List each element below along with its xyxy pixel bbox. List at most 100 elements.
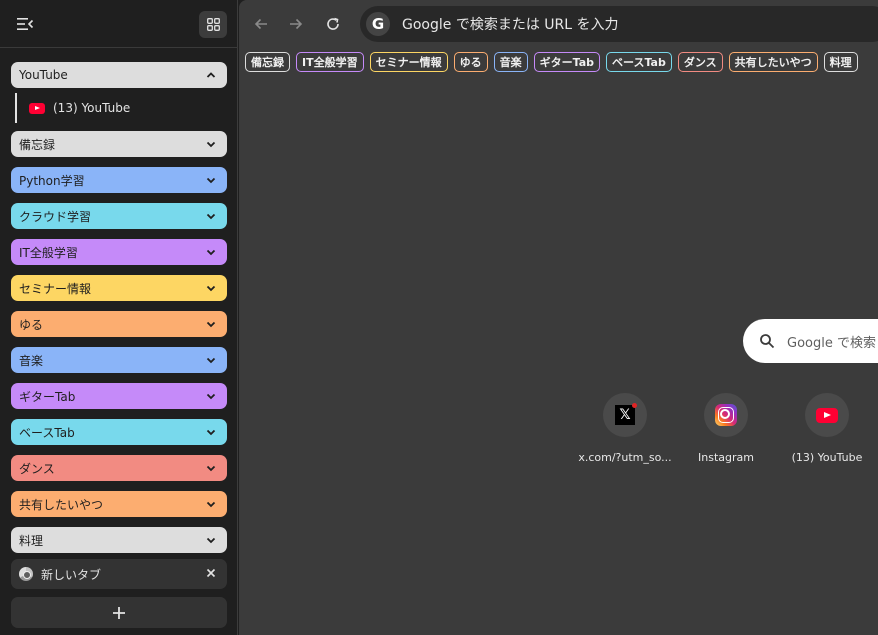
- sidebar-header: [0, 0, 238, 48]
- toolbar: G Google で検索または URL を入力: [239, 0, 878, 48]
- tab-group-label: ダンス: [19, 461, 55, 476]
- bookmark-group-yuru[interactable]: ゆる: [453, 52, 488, 72]
- tab-group-youtube[interactable]: YouTube: [11, 62, 227, 88]
- bookmark-label: ギターTab: [539, 56, 594, 69]
- tab-group-cooking[interactable]: 料理: [11, 527, 227, 553]
- chevron-up-icon: [206, 72, 216, 78]
- collapse-sidebar-icon: [17, 18, 34, 30]
- chevron-down-icon: [206, 465, 216, 472]
- tab-group-label: クラウド学習: [19, 209, 92, 224]
- chevron-down-icon: [206, 393, 216, 400]
- plus-icon: [113, 606, 125, 619]
- chevron-down-icon: [206, 177, 216, 184]
- tab-group-cloud[interactable]: クラウド学習: [11, 203, 227, 229]
- forward-button[interactable]: [286, 14, 306, 34]
- tab-group-label: 音楽: [19, 353, 44, 368]
- shortcut-label: (13) YouTube: [791, 451, 863, 464]
- tab-group-label: ゆる: [19, 317, 44, 332]
- ntp-search-placeholder: Google で検索: [787, 335, 876, 351]
- bookmark-group-share[interactable]: 共有したいやつ: [728, 52, 818, 72]
- tab-group-guitar-tab[interactable]: ギターTab: [11, 383, 227, 409]
- sidebar-tab-youtube[interactable]: (13) YouTube: [15, 93, 227, 123]
- ntp-search-box[interactable]: Google で検索: [743, 319, 878, 363]
- tab-group-memo[interactable]: 備忘録: [11, 131, 227, 157]
- shortcut-label: Instagram: [698, 451, 754, 464]
- x-icon: 𝕏: [615, 403, 637, 425]
- youtube-icon: [29, 102, 45, 114]
- bookmark-label: 音楽: [499, 56, 522, 69]
- reload-button[interactable]: [323, 14, 343, 34]
- bookmark-group-bass-tab[interactable]: ベースTab: [606, 52, 672, 72]
- bookmark-group-memo[interactable]: 備忘録: [245, 52, 290, 72]
- bookmarks-bar: 備忘録 IT全般学習 セミナー情報 ゆる 音楽 ギターTab ベースTab ダン…: [245, 52, 858, 72]
- collapse-sidebar-button[interactable]: [14, 13, 36, 35]
- tab-group-label: Python学習: [19, 173, 85, 188]
- tab-group-music[interactable]: 音楽: [11, 347, 227, 373]
- address-bar[interactable]: G Google で検索または URL を入力: [360, 6, 878, 42]
- youtube-icon: [816, 407, 838, 423]
- bookmark-group-music[interactable]: 音楽: [493, 52, 528, 72]
- reload-icon: [327, 17, 339, 30]
- sidebar-tab-new-tab[interactable]: 新しいタブ: [11, 559, 227, 589]
- shortcut-icon-bg: [805, 393, 849, 437]
- tab-group-label: ベースTab: [19, 425, 75, 440]
- shortcut-label: x.com/?utm_so...: [578, 451, 672, 464]
- chevron-down-icon: [206, 249, 216, 256]
- chrome-icon: [19, 567, 33, 581]
- chevron-down-icon: [206, 213, 216, 220]
- chevron-down-icon: [206, 141, 216, 148]
- chevron-down-icon: [206, 321, 216, 328]
- shortcut-icon-bg: 𝕏: [603, 393, 647, 437]
- bookmark-label: ゆる: [459, 56, 482, 69]
- bookmark-group-seminar[interactable]: セミナー情報: [369, 52, 448, 72]
- shortcut-instagram[interactable]: Instagram: [678, 393, 774, 464]
- tab-group-share[interactable]: 共有したいやつ: [11, 491, 227, 517]
- tab-group-yuru[interactable]: ゆる: [11, 311, 227, 337]
- chevron-down-icon: [206, 537, 216, 544]
- tab-group-python[interactable]: Python学習: [11, 167, 227, 193]
- address-bar-placeholder: Google で検索または URL を入力: [402, 17, 619, 33]
- tab-group-label: セミナー情報: [19, 281, 92, 296]
- instagram-icon: [715, 404, 737, 426]
- chevron-down-icon: [206, 429, 216, 436]
- bookmark-label: 共有したいやつ: [734, 56, 812, 69]
- bookmark-group-dance[interactable]: ダンス: [677, 52, 723, 72]
- grid-icon: [206, 18, 220, 31]
- tab-group-label: ギターTab: [19, 389, 76, 404]
- back-button[interactable]: [251, 14, 271, 34]
- shortcut-youtube[interactable]: (13) YouTube: [779, 393, 875, 464]
- close-icon[interactable]: [205, 567, 217, 579]
- tab-group-label: IT全般学習: [19, 245, 78, 260]
- tab-group-it[interactable]: IT全般学習: [11, 239, 227, 265]
- browser-window: YouTube (13) YouTube 備忘録 Python学習 クラウド学習…: [0, 0, 878, 635]
- tab-group-dance[interactable]: ダンス: [11, 455, 227, 481]
- bookmark-group-it[interactable]: IT全般学習: [296, 52, 364, 72]
- tab-group-label: YouTube: [19, 68, 68, 82]
- new-tab-button[interactable]: [11, 597, 227, 628]
- main-content: G Google で検索または URL を入力 備忘録 IT全般学習 セミナー情…: [239, 0, 878, 635]
- bookmark-label: 備忘録: [251, 56, 284, 69]
- bookmark-label: セミナー情報: [375, 56, 442, 69]
- bookmark-label: 料理: [829, 56, 852, 69]
- shortcut-icon-bg: [704, 393, 748, 437]
- arrow-left-icon: [254, 18, 267, 30]
- bookmark-label: ダンス: [683, 56, 717, 69]
- bookmark-label: IT全般学習: [302, 56, 358, 69]
- google-icon: G: [366, 12, 390, 36]
- bookmark-group-cooking[interactable]: 料理: [823, 52, 858, 72]
- vertical-tabs-sidebar: YouTube (13) YouTube 備忘録 Python学習 クラウド学習…: [0, 0, 238, 635]
- bookmark-group-guitar-tab[interactable]: ギターTab: [533, 52, 600, 72]
- tab-title: (13) YouTube: [53, 101, 131, 115]
- chevron-down-icon: [206, 501, 216, 508]
- shortcut-x[interactable]: 𝕏 x.com/?utm_so...: [577, 393, 673, 464]
- tab-group-label: 料理: [19, 533, 44, 548]
- chevron-down-icon: [206, 285, 216, 292]
- tab-group-seminar[interactable]: セミナー情報: [11, 275, 227, 301]
- tab-title: 新しいタブ: [41, 567, 102, 582]
- tab-group-label: 備忘録: [19, 137, 56, 152]
- arrow-right-icon: [290, 18, 303, 30]
- tab-group-label: 共有したいやつ: [19, 497, 104, 512]
- chevron-down-icon: [206, 357, 216, 364]
- tab-search-button[interactable]: [199, 11, 227, 38]
- tab-group-bass-tab[interactable]: ベースTab: [11, 419, 227, 445]
